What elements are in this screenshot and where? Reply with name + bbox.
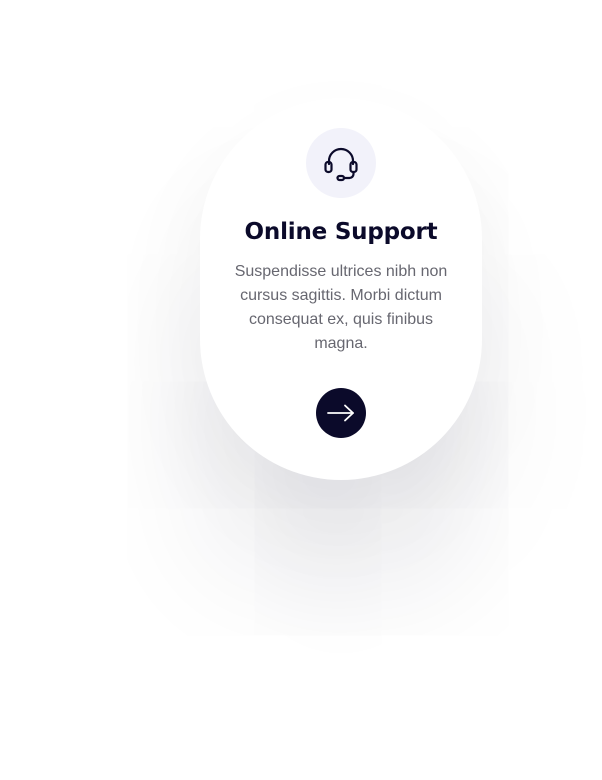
arrow-right-icon: [327, 404, 354, 422]
page: Online Support Suspendisse ultrices nibh…: [0, 0, 602, 780]
service-card: Online Support Suspendisse ultrices nibh…: [200, 98, 482, 480]
card-title: Online Support: [244, 219, 438, 245]
icon-badge: [306, 128, 376, 198]
read-more-button[interactable]: [316, 388, 366, 438]
card-description: Suspendisse ultrices nibh non cursus sag…: [234, 263, 448, 352]
headset-icon: [324, 147, 358, 182]
